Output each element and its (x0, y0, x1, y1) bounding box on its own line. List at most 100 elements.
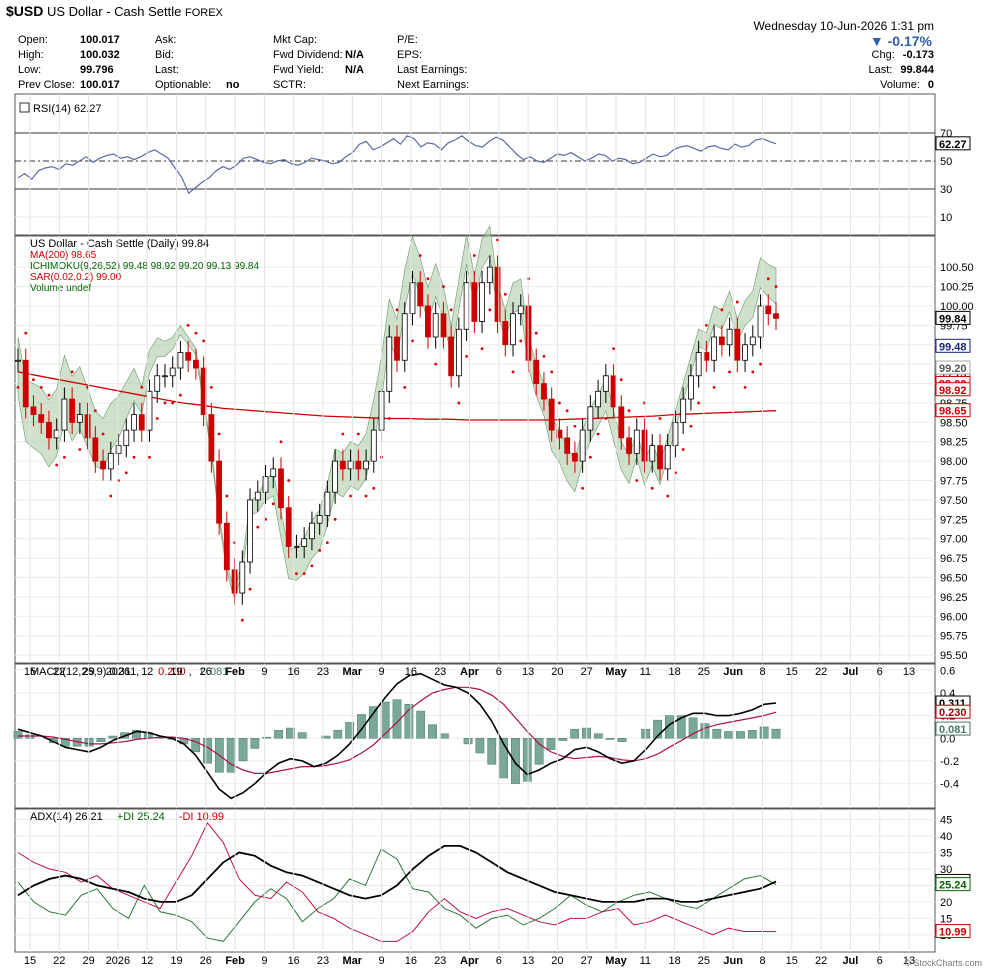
sar-dot (132, 455, 136, 459)
x-tick-label: 12 (141, 666, 153, 678)
sar-dot (140, 386, 144, 389)
x-tick-label: 15 (24, 666, 36, 678)
x-tick-label: 26 (200, 666, 212, 678)
sar-dot (16, 386, 20, 389)
macd-hist-bar (250, 738, 260, 749)
price-legend-entry: MA(200) 98.65 (30, 250, 97, 261)
brand-watermark: © StockCharts.com (904, 958, 982, 968)
candle-body (386, 336, 393, 392)
x-tick-label: 27 (581, 666, 593, 678)
sar-dot (442, 285, 445, 288)
rsi-legend-icon (19, 102, 30, 113)
candle-body (587, 406, 594, 431)
x-tick-label: 12 (141, 955, 153, 967)
x-tick-label: Jul (842, 955, 858, 967)
candle-body (664, 445, 671, 470)
x-tick-label: 22 (815, 955, 827, 967)
candle-body (564, 437, 571, 454)
macd-hist-bar (724, 731, 734, 739)
candle-body (703, 352, 710, 361)
x-tick-label: 16 (405, 955, 417, 967)
candle-body (146, 390, 153, 431)
macd-hist-bar (475, 738, 485, 754)
price-legend-entry: Volume undef (30, 283, 91, 294)
sar-dot (426, 277, 430, 281)
x-tick-label: 15 (786, 666, 798, 678)
candle-body (618, 406, 625, 439)
x-tick-label: 15 (786, 955, 798, 967)
x-tick-label: 19 (170, 955, 182, 967)
macd-hist-bar (546, 738, 556, 750)
y-tick-label: 96.25 (940, 592, 968, 604)
candle-body (231, 569, 238, 594)
x-tick-label: Mar (343, 666, 363, 678)
macd-hist-bar (570, 728, 580, 739)
sar-dot (534, 331, 538, 335)
x-tick-label: 20 (551, 666, 563, 678)
sar-dot (387, 417, 391, 420)
sar-dot (225, 494, 229, 498)
sar-dot (310, 564, 314, 568)
price-value-tag: 99.48 (939, 341, 967, 353)
x-tick-label: 25 (698, 666, 710, 678)
candle-body (517, 305, 524, 315)
candle-body (309, 522, 315, 540)
x-tick-label: 16 (405, 666, 417, 678)
y-tick-label: 20 (940, 897, 952, 909)
candle-body (363, 460, 369, 470)
sar-dot (356, 432, 360, 436)
sar-dot (256, 525, 260, 529)
sar-dot (588, 455, 592, 459)
x-tick-label: Feb (225, 955, 245, 967)
sar-dot (774, 285, 778, 288)
y-tick-label: 100.50 (940, 262, 974, 274)
candle-body (417, 282, 424, 307)
macd-hist-bar (593, 733, 603, 739)
sar-dot (581, 486, 585, 490)
sar-dot (735, 300, 739, 304)
x-tick-label: 6 (877, 666, 883, 678)
x-tick-label: 9 (261, 955, 267, 967)
candle-body (571, 452, 578, 462)
candle-body (494, 266, 501, 322)
candle-body (394, 336, 400, 361)
macd-frame (14, 663, 936, 809)
y-tick-label: -0.4 (940, 779, 959, 791)
sar-dot (681, 448, 685, 451)
adx-frame (14, 808, 936, 953)
rsi-value-tag: 62.27 (939, 139, 967, 151)
sar-dot (217, 432, 221, 436)
sar-dot (635, 479, 639, 482)
sar-dot (302, 572, 306, 576)
sar-dot (418, 254, 422, 257)
candle-body (262, 476, 269, 493)
adx-legend-part: ADX(14) 26.21 (30, 811, 103, 823)
sar-dot (209, 386, 213, 389)
x-tick-label: Mar (343, 955, 363, 967)
y-tick-label: 95.75 (940, 631, 968, 643)
candle-body (15, 359, 21, 362)
sar-dot (24, 331, 28, 335)
candle-body (463, 282, 470, 330)
macd-hist-bar (463, 738, 473, 745)
candle-body (425, 305, 431, 338)
candle-body (502, 321, 509, 346)
candle-body (641, 429, 648, 462)
y-tick-label: 96.75 (940, 553, 968, 565)
sar-dot (619, 378, 623, 382)
candle-body (680, 398, 687, 423)
y-tick-label: 95.50 (940, 650, 968, 662)
x-tick-label: 6 (877, 955, 883, 967)
sar-dot (325, 541, 329, 545)
candle-body (657, 445, 663, 470)
sar-dot (511, 370, 515, 374)
candle-body (471, 282, 478, 322)
sar-dot (202, 339, 206, 343)
sar-dot (550, 370, 554, 374)
macd-hist-bar (759, 726, 769, 739)
sar-dot (542, 354, 546, 358)
candle-body (548, 398, 555, 431)
candle-body (69, 398, 76, 423)
candle-body (53, 429, 60, 439)
x-tick-label: 22 (53, 955, 65, 967)
